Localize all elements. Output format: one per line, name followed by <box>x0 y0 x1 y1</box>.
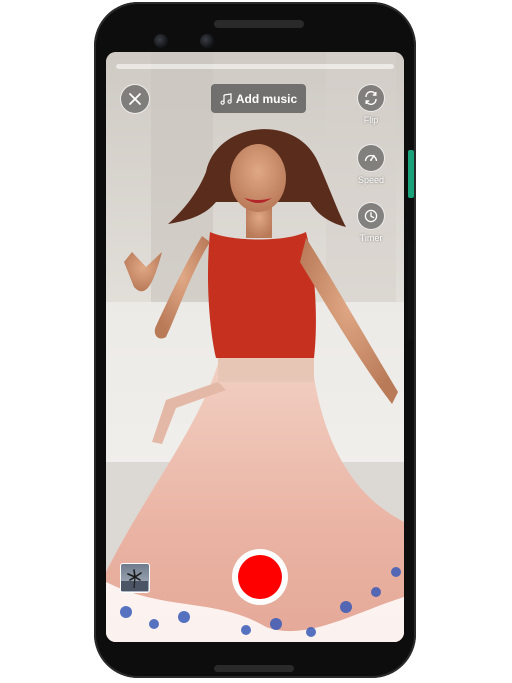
speedometer-icon <box>364 154 378 162</box>
front-camera-icon <box>154 34 168 48</box>
earpiece-speaker <box>214 20 304 28</box>
close-icon <box>129 93 141 105</box>
music-note-icon <box>220 92 232 105</box>
add-music-button[interactable]: Add music <box>211 84 306 113</box>
gallery-button[interactable] <box>120 563 150 593</box>
speed-button[interactable]: Speed <box>355 144 387 185</box>
flip-camera-circle[interactable] <box>357 84 385 112</box>
close-button[interactable] <box>120 84 150 114</box>
record-dot[interactable] <box>238 555 282 599</box>
flip-camera-button[interactable]: Flip <box>355 84 387 125</box>
camera-screen: Add music Flip Speed Timer <box>106 52 404 642</box>
bottom-speaker <box>214 665 294 672</box>
clock-icon <box>364 209 378 223</box>
flip-label: Flip <box>363 115 379 125</box>
front-sensor-icon <box>200 34 214 48</box>
timer-button[interactable]: Timer <box>355 202 387 243</box>
volume-button <box>408 240 414 340</box>
gallery-thumbnail-icon <box>121 569 148 591</box>
recording-progress-track <box>116 64 394 69</box>
timer-circle[interactable] <box>357 202 385 230</box>
record-button[interactable] <box>232 549 288 605</box>
add-music-label: Add music <box>235 91 298 106</box>
flip-camera-icon <box>365 90 377 106</box>
speed-label: Speed <box>357 175 385 185</box>
speed-circle[interactable] <box>357 144 385 172</box>
power-button <box>408 150 414 198</box>
timer-label: Timer <box>359 233 383 243</box>
